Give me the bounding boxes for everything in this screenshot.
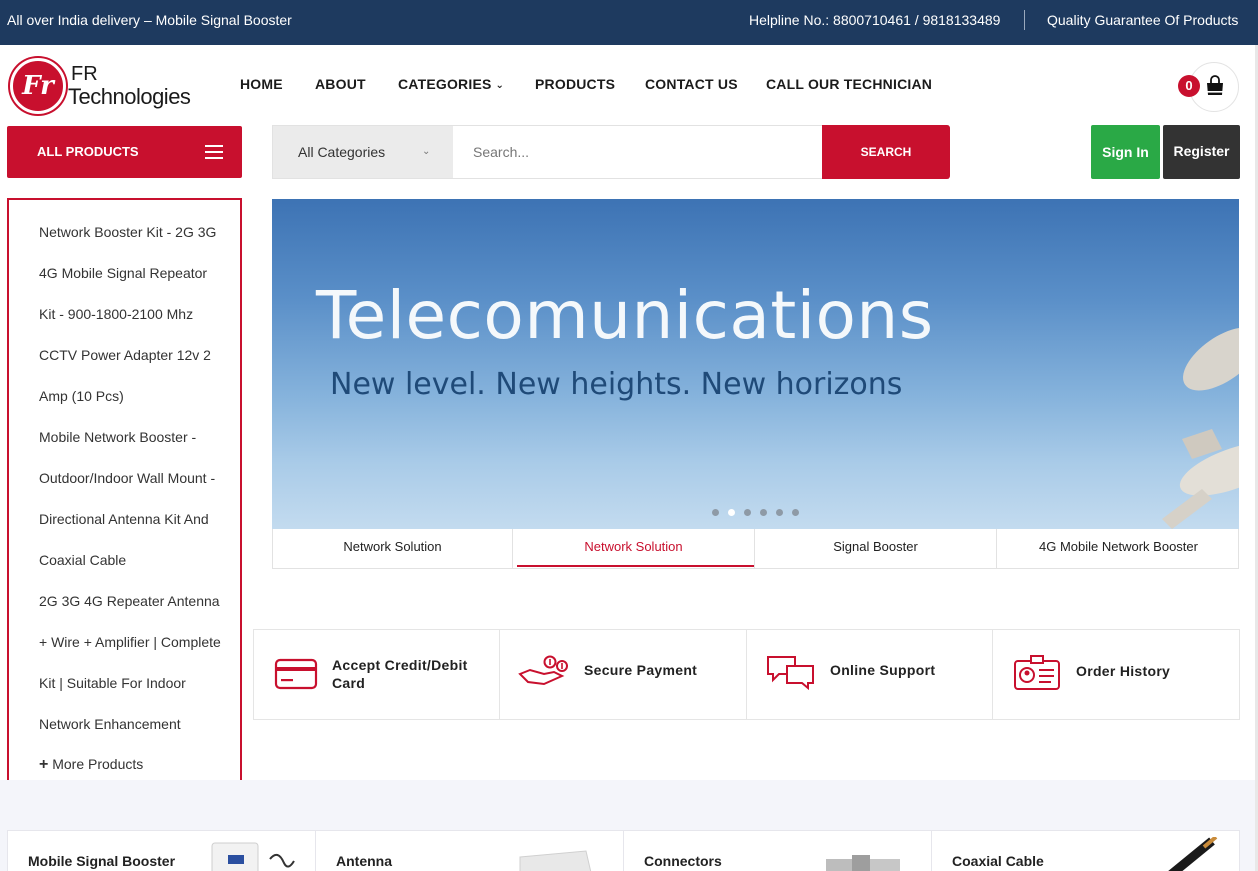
slider-dots [712,503,808,521]
feature-support-text: Online Support [830,662,936,678]
feature-history-text: Order History [1076,663,1171,679]
category-card-connectors[interactable]: Connectors [623,830,932,871]
banner-tab[interactable]: Network Solution [273,529,513,568]
category-card-title: Connectors [644,853,722,869]
feature-card-line1: Accept Credit/Debit [332,657,468,673]
slider-dot[interactable] [776,509,783,516]
topbar-divider [1024,10,1025,30]
hero-banner[interactable]: Telecomunications New level. New heights… [272,199,1239,529]
banner-title: Telecomunications [316,277,934,354]
slider-dot-active[interactable] [728,509,735,516]
payment-hand-icon [518,655,568,686]
chevron-down-icon: ⌄ [422,146,431,157]
nav-products[interactable]: PRODUCTS [535,76,615,92]
category-card-cable[interactable]: Coaxial Cable [931,830,1240,871]
nav-contact-us[interactable]: CONTACT US [645,76,738,92]
coaxial-cable-thumbnail [1168,837,1218,871]
nav-home[interactable]: HOME [240,76,283,92]
slider-dot[interactable] [760,509,767,516]
feature-secure-payment: Secure Payment [499,630,746,719]
category-card-booster[interactable]: Mobile Signal Booster [7,830,316,871]
feature-order-history: Order History [992,630,1240,719]
top-bar: All over India delivery – Mobile Signal … [0,0,1258,45]
banner-tab-active[interactable]: Network Solution [513,529,755,568]
hamburger-menu-icon [205,145,223,163]
quality-guarantee: Quality Guarantee Of Products [1047,12,1239,28]
register-button[interactable]: Register [1163,125,1240,179]
banner-tabs: Network Solution Network Solution Signal… [272,529,1239,569]
sidebar-product-line[interactable]: Kit | Suitable For Indoor [39,675,186,691]
search-button[interactable]: SEARCH [822,125,950,179]
banner-subtitle: New level. New heights. New horizons [330,367,903,402]
slider-dot[interactable] [744,509,751,516]
feature-online-support: Online Support [746,630,992,719]
shopping-bag-icon [1207,75,1223,95]
more-products-link[interactable]: + More Products [39,756,143,774]
category-select[interactable]: All Categories ⌄ [273,126,453,178]
nav-categories-label: CATEGORIES [398,76,492,92]
slider-dot[interactable] [712,509,719,516]
sidebar-product-line[interactable]: Network Enhancement [39,716,181,732]
id-card-icon [1014,655,1060,690]
logo-text-fr: FR [71,63,98,85]
search-input[interactable] [453,126,822,178]
delivery-notice: All over India delivery – Mobile Signal … [7,12,292,28]
category-card-antenna[interactable]: Antenna [315,830,624,871]
nav-categories[interactable]: CATEGORIES ⌄ [398,76,504,92]
feature-credit-card: Accept Credit/Debit Card [253,630,499,719]
antenna-thumbnail [519,850,592,871]
all-products-toggle[interactable]: ALL PRODUCTS [7,126,242,178]
slider-dot[interactable] [792,509,799,516]
sidebar-product-line[interactable]: Kit - 900-1800-2100 Mhz [39,306,193,322]
more-products-label: More Products [52,756,144,772]
nav-call-technician[interactable]: CALL OUR TECHNICIAN [766,76,932,92]
banner-tab[interactable]: Signal Booster [755,529,997,568]
signal-booster-thumbnail [211,842,295,871]
sidebar-product-line[interactable]: 4G Mobile Signal Repeator [39,265,207,281]
search-bar: All Categories ⌄ SEARCH [272,125,950,179]
sidebar-product-line[interactable]: + Wire + Amplifier | Complete [39,634,221,650]
category-card-title: Coaxial Cable [952,853,1044,869]
sign-in-button[interactable]: Sign In [1091,125,1160,179]
credit-card-icon [274,658,318,690]
chat-bubbles-icon [767,656,814,690]
satellite-dish-graphic [1162,327,1239,529]
category-card-title: Mobile Signal Booster [28,853,176,869]
chevron-down-icon: ⌄ [495,80,505,91]
feature-card-line2: Card [332,675,366,691]
feature-card-text: Accept Credit/Debit Card [332,656,468,692]
category-card-title: Antenna [336,853,392,869]
sidebar-product-line[interactable]: Outdoor/Indoor Wall Mount - [39,470,215,486]
cart-count-badge: 0 [1178,75,1200,97]
sidebar-product-line[interactable]: Network Booster Kit - 2G 3G [39,224,216,240]
logo-mark: Fr [10,58,66,114]
plus-icon: + [39,756,49,773]
sidebar-product-line[interactable]: CCTV Power Adapter 12v 2 [39,347,211,363]
helpline-numbers[interactable]: Helpline No.: 8800710461 / 9818133489 [749,12,1000,28]
sidebar-product-line[interactable]: Coaxial Cable [39,552,126,568]
site-logo[interactable]: Fr FR Technologies [10,58,191,116]
feature-strip: Accept Credit/Debit Card Secure Payment O… [253,629,1240,720]
logo-text-technologies: Technologies [68,84,191,109]
category-select-value: All Categories [298,144,386,160]
nav-about[interactable]: ABOUT [315,76,366,92]
sidebar-product-line[interactable]: 2G 3G 4G Repeater Antenna [39,593,220,609]
sidebar-product-line[interactable]: Directional Antenna Kit And [39,511,209,527]
feature-payment-text: Secure Payment [584,662,698,678]
banner-tab[interactable]: 4G Mobile Network Booster [997,529,1240,568]
sidebar-product-line[interactable]: Amp (10 Pcs) [39,388,124,404]
product-sidebar: Network Booster Kit - 2G 3G 4G Mobile Si… [7,198,242,789]
connector-thumbnail [826,855,900,871]
all-products-label: ALL PRODUCTS [37,144,139,159]
sidebar-product-line[interactable]: Mobile Network Booster - [39,429,196,445]
